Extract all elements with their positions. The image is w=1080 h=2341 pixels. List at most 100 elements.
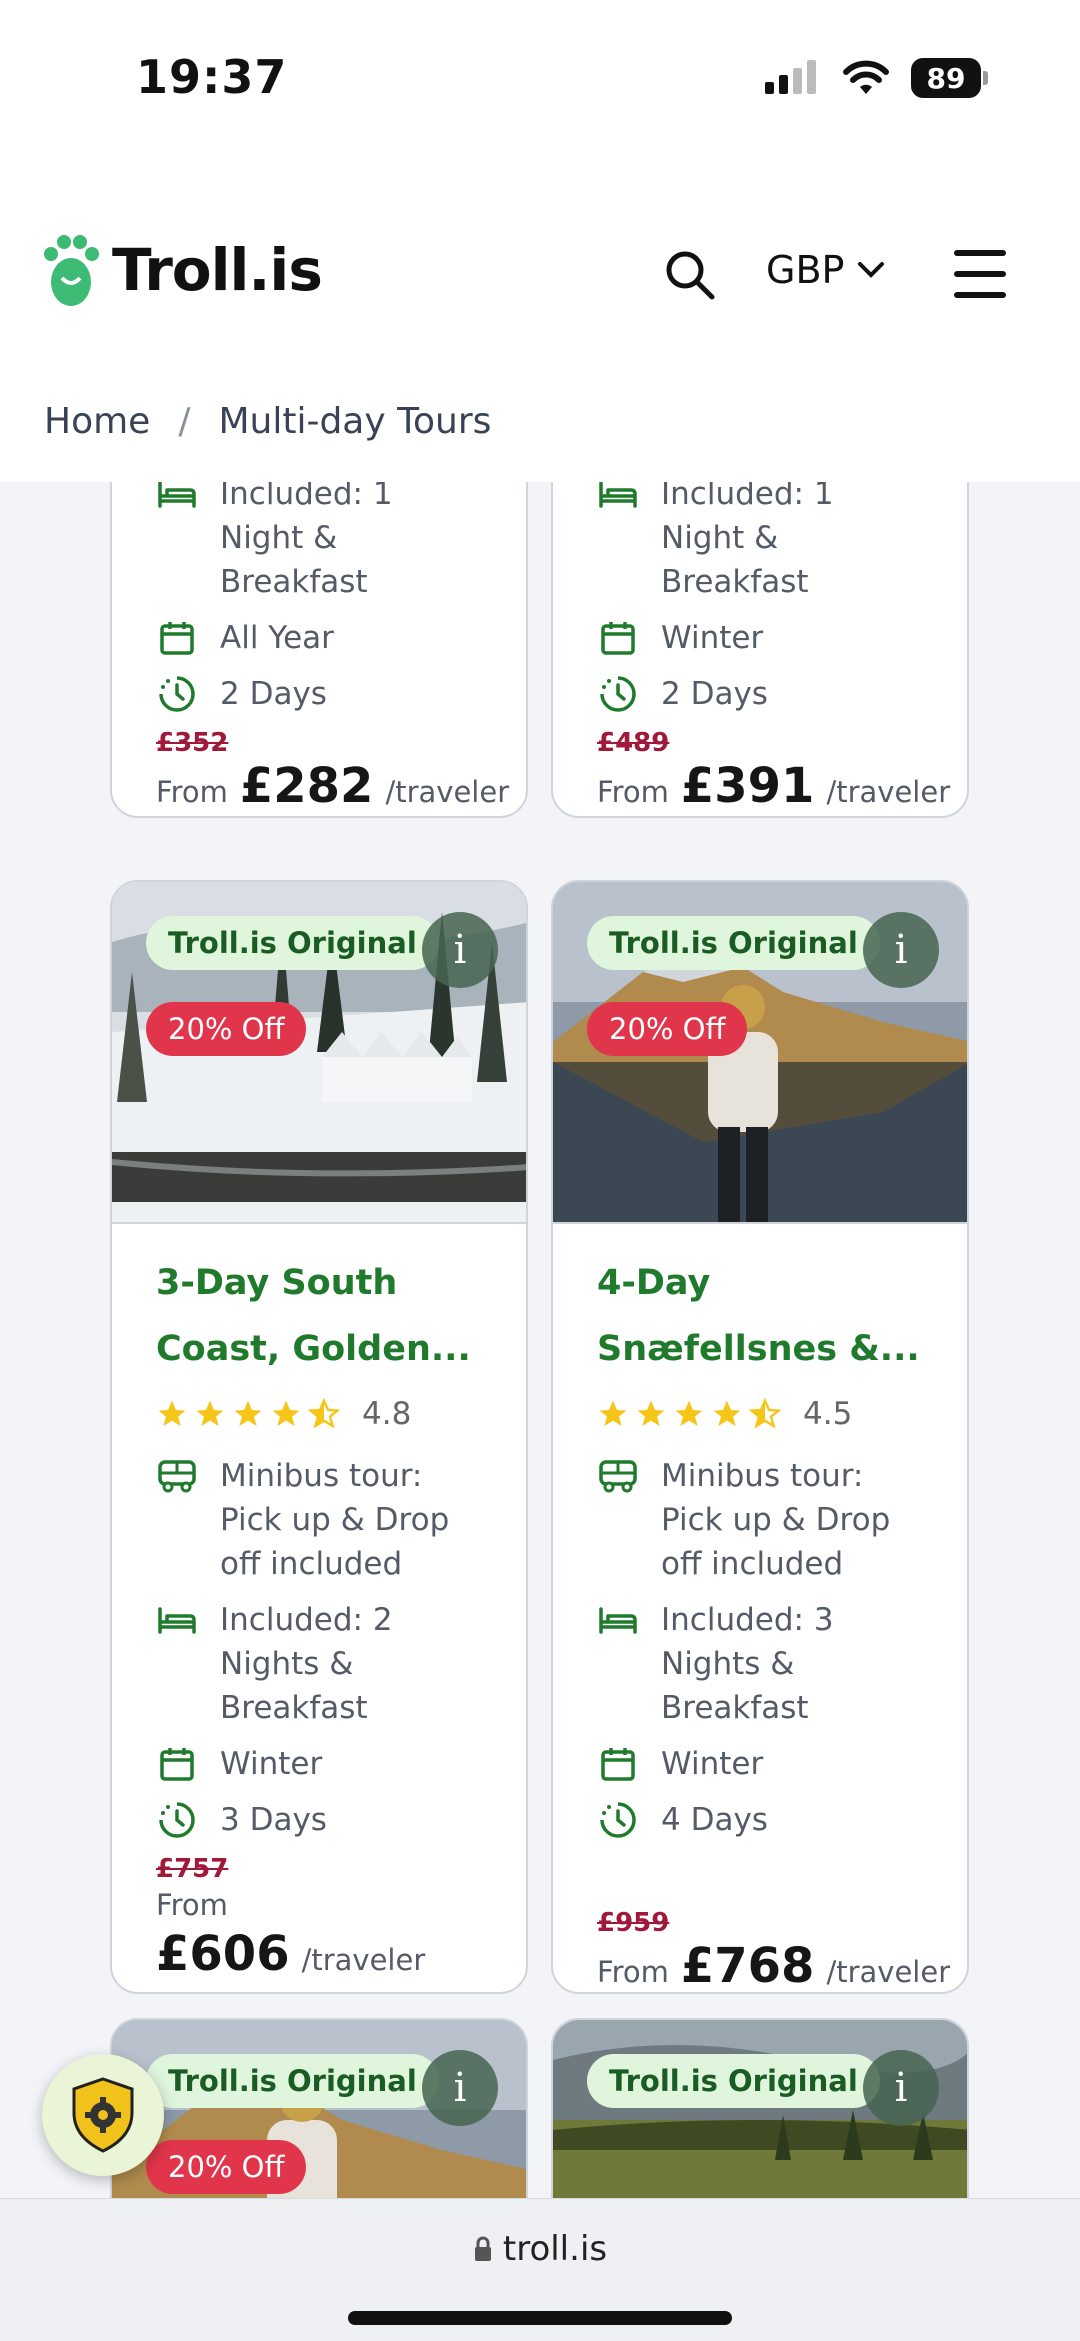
browser-url-bar[interactable]: troll.is xyxy=(0,2198,1080,2341)
info-button[interactable]: i xyxy=(863,912,939,988)
lock-icon xyxy=(474,2236,491,2261)
url-text: troll.is xyxy=(502,2229,608,2269)
status-time: 19:37 xyxy=(136,50,288,104)
tour-title[interactable]: 4-Day Snæfellsnes &... xyxy=(553,1224,967,1382)
tour-card[interactable]: Troll.is Original 20% Off i xyxy=(110,2018,528,2198)
star-icon xyxy=(637,1400,665,1426)
breadcrumb: Home / Multi-day Tours xyxy=(0,360,1080,482)
feature-duration: 3 Days xyxy=(112,1798,526,1842)
rating: 4.5 xyxy=(553,1382,967,1454)
feature-accommodation: Included: 1 Night & Breakfast xyxy=(112,482,526,604)
feature-season: Winter xyxy=(553,1742,967,1786)
star-rating xyxy=(156,1398,340,1430)
home-indicator xyxy=(348,2311,732,2325)
info-button[interactable]: i xyxy=(422,912,498,988)
price: £391 xyxy=(680,758,815,814)
hamburger-menu-icon[interactable] xyxy=(950,246,1010,302)
old-price: £489 xyxy=(597,728,670,758)
old-price: £959 xyxy=(597,1908,670,1938)
privacy-settings-button[interactable] xyxy=(42,2054,164,2176)
currency-label: GBP xyxy=(766,248,845,292)
original-badge: Troll.is Original xyxy=(587,916,880,970)
tour-card[interactable]: Troll.is Original i xyxy=(551,2018,969,2198)
signal-icon xyxy=(765,60,816,94)
price: £768 xyxy=(680,1938,815,1994)
status-icons: 89 xyxy=(765,58,988,98)
tour-photo[interactable]: Troll.is Original i xyxy=(553,2020,967,2198)
breadcrumb-home-link[interactable]: Home xyxy=(44,401,150,442)
clock-icon xyxy=(156,672,198,716)
original-badge: Troll.is Original xyxy=(146,2054,439,2108)
star-rating xyxy=(597,1398,781,1430)
rating: 4.8 xyxy=(112,1382,526,1454)
shield-gear-icon xyxy=(72,2077,134,2153)
info-button[interactable]: i xyxy=(422,2050,498,2126)
calendar-icon xyxy=(156,1742,198,1786)
logo[interactable]: Troll.is xyxy=(42,232,323,308)
tour-card[interactable]: Troll.is Original 20% Off i 3-Day South … xyxy=(110,880,528,1994)
rating-value: 4.5 xyxy=(803,1396,853,1432)
price: £606 xyxy=(156,1926,290,1982)
tour-card[interactable]: included Included: 1 Night & Breakfast A… xyxy=(110,482,528,818)
tour-title[interactable]: 3-Day South Coast, Golden... xyxy=(112,1224,526,1382)
tour-list: included Included: 1 Night & Breakfast A… xyxy=(0,482,1080,2198)
tour-card[interactable]: Troll.is Original 20% Off i 4-Day Snæfel… xyxy=(551,880,969,1994)
star-icon xyxy=(234,1400,262,1426)
star-icon xyxy=(196,1400,224,1426)
bed-icon xyxy=(156,482,198,516)
wifi-icon xyxy=(843,60,889,94)
chevron-down-icon xyxy=(858,262,885,278)
half-star-icon xyxy=(308,1398,340,1429)
old-price: £352 xyxy=(156,728,229,758)
clock-icon xyxy=(156,1798,198,1842)
discount-badge: 20% Off xyxy=(146,2140,307,2194)
original-badge: Troll.is Original xyxy=(146,916,439,970)
bus-icon xyxy=(597,1454,639,1498)
half-star-icon xyxy=(749,1398,781,1429)
logo-text: Troll.is xyxy=(112,236,323,304)
feature-season: Winter xyxy=(112,1742,526,1786)
bed-icon xyxy=(156,1598,198,1642)
star-icon xyxy=(158,1400,186,1426)
feature-transport: Minibus tour: Pick up & Drop off include… xyxy=(112,1454,526,1586)
bus-icon xyxy=(156,1454,198,1498)
tour-photo[interactable]: Troll.is Original 20% Off i xyxy=(553,882,967,1224)
search-icon[interactable] xyxy=(660,245,720,305)
feature-accommodation: Included: 1 Night & Breakfast xyxy=(553,482,967,604)
tour-photo[interactable]: Troll.is Original 20% Off i xyxy=(112,882,526,1224)
calendar-icon xyxy=(597,616,639,660)
star-icon xyxy=(713,1400,741,1426)
clock-icon xyxy=(597,672,639,716)
feature-season: All Year xyxy=(112,616,526,660)
battery-level: 89 xyxy=(911,58,981,98)
discount-badge: 20% Off xyxy=(587,1002,748,1056)
star-icon xyxy=(599,1400,627,1426)
price-row: From £282 /traveler xyxy=(156,758,510,814)
address-field[interactable]: troll.is xyxy=(0,2229,1080,2269)
discount-badge: 20% Off xyxy=(146,1002,307,1056)
calendar-icon xyxy=(597,1742,639,1786)
bed-icon xyxy=(597,482,639,516)
currency-selector[interactable]: GBP xyxy=(766,248,886,292)
site-header: Troll.is GBP xyxy=(0,160,1080,360)
breadcrumb-separator: / xyxy=(178,400,191,442)
star-icon xyxy=(272,1400,300,1426)
bed-icon xyxy=(597,1598,639,1642)
paw-logo-icon xyxy=(44,235,99,306)
info-button[interactable]: i xyxy=(863,2050,939,2126)
feature-accommodation: Included: 3 Nights & Breakfast xyxy=(553,1598,967,1730)
rating-value: 4.8 xyxy=(362,1396,412,1432)
feature-duration: 4 Days xyxy=(553,1798,967,1842)
price-row: £606 /traveler xyxy=(156,1926,426,1982)
tour-card[interactable]: included Included: 1 Night & Breakfast W… xyxy=(551,482,969,818)
price-row: From £391 /traveler xyxy=(597,758,951,814)
breadcrumb-current: Multi-day Tours xyxy=(218,400,492,442)
from-label: From xyxy=(156,1888,228,1922)
calendar-icon xyxy=(156,616,198,660)
feature-duration: 2 Days xyxy=(553,672,967,716)
status-bar: 19:37 89 xyxy=(0,0,1080,160)
price-row: From £768 /traveler xyxy=(597,1938,951,1994)
tour-photo[interactable]: Troll.is Original 20% Off i xyxy=(112,2020,526,2198)
feature-season: Winter xyxy=(553,616,967,660)
price: £282 xyxy=(239,758,374,814)
